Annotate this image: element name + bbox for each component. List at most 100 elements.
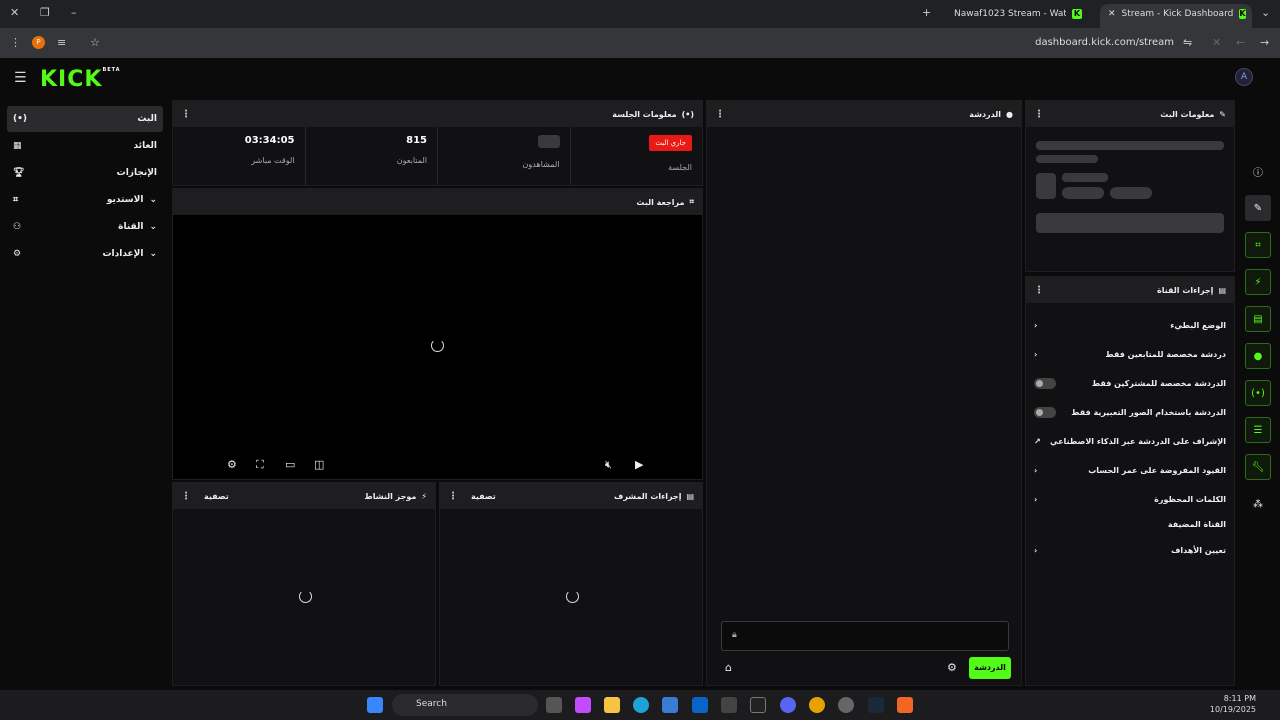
panel-title: إجراءات المشرف	[614, 491, 682, 501]
wrench-icon[interactable]: 🔧︎	[1245, 454, 1271, 480]
app-icon[interactable]	[897, 697, 913, 713]
slow-mode-row[interactable]: › الوضع البطيء	[1034, 315, 1226, 335]
widgets-icon[interactable]: ⁂	[1245, 491, 1271, 517]
tab-title: Nawaf1023 Stream - Watch Live	[954, 9, 1066, 19]
skeleton-tag	[1110, 187, 1152, 199]
chat-send-button[interactable]: الدردشة	[969, 657, 1011, 679]
tab-search-icon[interactable]: ⌄	[1261, 6, 1270, 19]
skeleton-tag	[1062, 187, 1104, 199]
panel-title: الدردشة	[969, 109, 1002, 119]
theater-icon[interactable]: ▭	[285, 458, 295, 471]
filter-button[interactable]: تصفية	[204, 492, 229, 501]
play-icon[interactable]: ▶	[635, 458, 643, 471]
steam-icon[interactable]	[868, 697, 884, 713]
new-tab-icon[interactable]: +	[922, 6, 931, 19]
taskbar-search[interactable]: Search	[392, 694, 538, 716]
account-age-row[interactable]: › القيود المفروضة على عمر الحساب	[1034, 460, 1226, 480]
set-goals-row[interactable]: › تعيين الأهداف	[1034, 540, 1226, 560]
hamburger-menu-icon[interactable]: ☰	[14, 70, 27, 86]
pip-icon[interactable]: ◫	[314, 458, 324, 471]
chat-bubble-icon[interactable]: ●	[1245, 343, 1271, 369]
copilot-icon[interactable]	[575, 697, 591, 713]
chrome-icon[interactable]	[809, 697, 825, 713]
panel-title: معلومات البث	[1160, 109, 1215, 119]
panel-menu-icon[interactable]: ⋮	[181, 491, 191, 502]
panel-menu-icon[interactable]: ⋮	[1034, 285, 1044, 296]
ai-moderation-row[interactable]: ↗ الإشراف على الدردشة عبر الذكاء الاصطنا…	[1034, 431, 1226, 451]
system-clock[interactable]: 8:11 PM 10/19/2025	[1210, 693, 1256, 715]
tab-kick-dashboard[interactable]: ✕ Stream - Kick Dashboard K	[1100, 4, 1252, 28]
studio-icon[interactable]: ⌗	[1245, 232, 1271, 258]
tab-watch-live[interactable]: Nawaf1023 Stream - Watch Live K	[946, 4, 1096, 28]
settings-icon[interactable]: ⚙	[227, 458, 237, 471]
video-player[interactable]: ⚙ ⛶ ▭ ◫ 🔇︎ ▶	[173, 215, 702, 479]
row-label: الدردشة باستخدام الصور التعبيرية فقط	[1071, 407, 1226, 417]
windows-taskbar: Search 8:11 PM 10/19/2025	[0, 690, 1280, 720]
url-field[interactable]: dashboard.kick.com/stream	[1035, 37, 1174, 48]
banned-words-row[interactable]: › الكلمات المحظورة	[1034, 489, 1226, 509]
info-icon[interactable]: ⓘ	[1245, 158, 1271, 184]
kick-logo[interactable]: KICKBETA	[40, 67, 121, 92]
panel-title: مراجعة البث	[636, 197, 685, 207]
viewers-placeholder	[537, 135, 560, 148]
edit-icon[interactable]: ✎	[1245, 195, 1271, 221]
document-icon[interactable]: ▤	[1245, 306, 1271, 332]
sidebar-item-settings[interactable]: ⚙ الإعدادات ⌄	[7, 241, 163, 267]
chat-settings-icon[interactable]: ⚙	[947, 661, 957, 674]
chevron-down-icon: ⌄	[149, 249, 157, 259]
back-icon[interactable]: ←	[1236, 36, 1245, 49]
unity-icon[interactable]	[721, 697, 737, 713]
ctrl-app-icon[interactable]	[750, 697, 766, 713]
sidebar: (•) البث ▦ العائد 🏆︎ الإنجازات ⌗ الاستدي…	[7, 106, 163, 268]
chat-input[interactable]: 🔒︎	[721, 621, 1009, 651]
sidebar-item-label: العائد	[133, 141, 157, 151]
file-explorer-icon[interactable]	[604, 697, 620, 713]
lightning-icon[interactable]: ⚡︎	[1245, 269, 1271, 295]
trophy-icon: 🏆︎	[13, 168, 25, 178]
mute-icon[interactable]: 🔇︎	[605, 458, 612, 472]
bookmark-star-icon[interactable]: ☆	[90, 36, 100, 49]
forward-icon[interactable]: →	[1260, 36, 1269, 49]
store-icon[interactable]: ⌂	[725, 661, 732, 674]
outlook-icon[interactable]	[692, 697, 708, 713]
broadcast-icon[interactable]: (•)	[1245, 380, 1271, 406]
row-label: القيود المفروضة على عمر الحساب	[1088, 465, 1226, 475]
emotes-only-toggle[interactable]	[1034, 406, 1056, 418]
profile-avatar[interactable]: P	[32, 36, 45, 49]
subscribers-only-toggle[interactable]	[1034, 377, 1056, 389]
close-tab-icon[interactable]: ✕	[1108, 9, 1116, 28]
discord-icon[interactable]	[780, 697, 796, 713]
filter-button[interactable]: تصفية	[471, 492, 496, 501]
fullscreen-icon[interactable]: ⛶	[256, 458, 264, 472]
site-settings-icon[interactable]: ⇋	[1183, 36, 1192, 49]
sidebar-item-stream[interactable]: (•) البث	[7, 106, 163, 132]
broadcast-icon: (•)	[13, 114, 27, 124]
menu-dots-icon[interactable]: ⋮	[10, 36, 21, 49]
minimize-window-icon[interactable]: –	[71, 6, 77, 19]
panel-menu-icon[interactable]: ⋮	[1034, 109, 1044, 120]
layout-icon[interactable]: ☰	[1245, 417, 1271, 443]
sidebar-item-achievements[interactable]: 🏆︎ الإنجازات	[7, 160, 163, 186]
store-icon[interactable]	[662, 697, 678, 713]
loading-spinner-icon	[431, 339, 444, 352]
mod-actions-panel: ⋮ تصفية إجراءات المشرف ▤	[439, 482, 703, 686]
windows-start-icon[interactable]	[367, 697, 383, 713]
task-view-icon[interactable]	[546, 697, 562, 713]
sidebar-item-revenue[interactable]: ▦ العائد	[7, 133, 163, 159]
close-window-icon[interactable]: ✕	[10, 6, 19, 19]
app-icon[interactable]	[838, 697, 854, 713]
followers-only-row[interactable]: › دردشة مخصصة للمتابعين فقط	[1034, 344, 1226, 364]
edge-icon[interactable]	[633, 697, 649, 713]
panel-menu-icon[interactable]: ⋮	[448, 491, 458, 502]
reading-list-icon[interactable]: ≡	[57, 36, 66, 49]
tab-title: Stream - Kick Dashboard	[1121, 9, 1234, 19]
panel-menu-icon[interactable]: ⋮	[181, 109, 191, 120]
followers-value: 815	[406, 135, 427, 146]
sidebar-item-channel[interactable]: ⚇ القناة ⌄	[7, 214, 163, 240]
panel-menu-icon[interactable]: ⋮	[715, 109, 725, 120]
user-avatar[interactable]: A	[1235, 68, 1253, 86]
row-label: الكلمات المحظورة	[1154, 494, 1226, 504]
sidebar-item-studio[interactable]: ⌗ الاستديو ⌄	[7, 187, 163, 213]
stop-icon[interactable]: ✕	[1212, 36, 1221, 49]
restore-window-icon[interactable]: ❐	[40, 6, 50, 19]
